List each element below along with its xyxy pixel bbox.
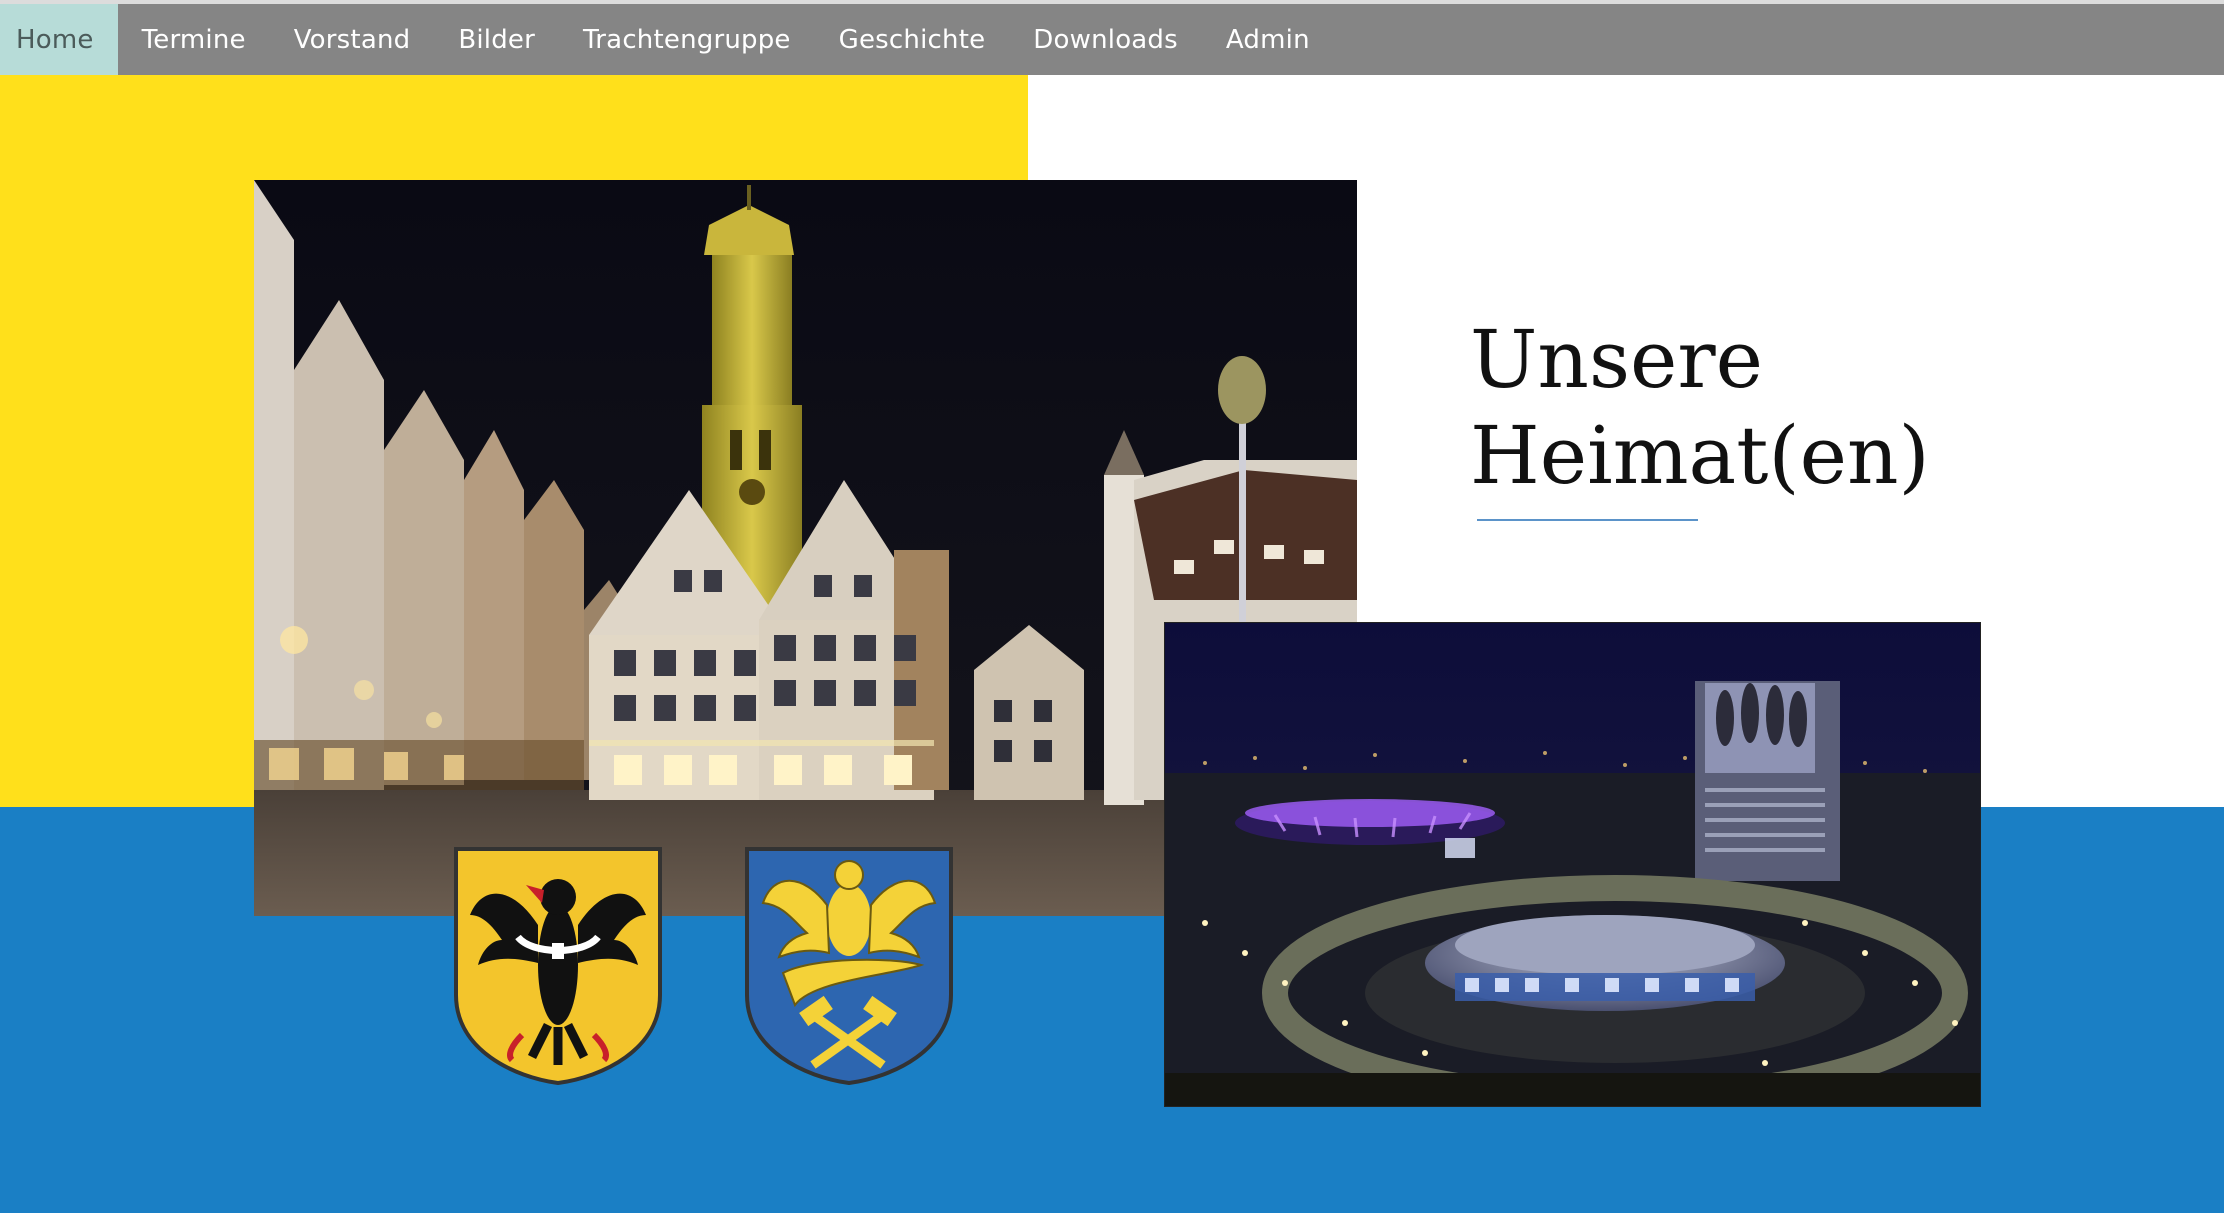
nav-item-termine[interactable]: Termine <box>118 4 270 75</box>
black-eagle-coat-of-arms-icon <box>452 845 664 1086</box>
modern-city-roundabout-photo <box>1164 622 1981 1107</box>
city-photo-illustration <box>1165 623 1980 1106</box>
nav-item-geschichte[interactable]: Geschichte <box>815 4 1010 75</box>
heading-line-2: Heimat(en) <box>1470 409 1930 502</box>
nav-item-admin[interactable]: Admin <box>1202 4 1334 75</box>
golden-eagle-hammer-coat-of-arms-icon <box>743 845 955 1086</box>
bottom-border <box>0 1213 2224 1219</box>
nav-item-downloads[interactable]: Downloads <box>1009 4 1202 75</box>
nav-item-bilder[interactable]: Bilder <box>434 4 559 75</box>
heading-line-1: Unsere <box>1470 313 1763 406</box>
nav-item-trachtengruppe[interactable]: Trachtengruppe <box>559 4 815 75</box>
nav-item-home[interactable]: Home <box>0 4 118 75</box>
page-heading: Unsere Heimat(en) <box>1470 312 1990 504</box>
heading-underline <box>1477 519 1698 521</box>
main-navigation: Home Termine Vorstand Bilder Trachtengru… <box>0 4 2224 75</box>
nav-item-vorstand[interactable]: Vorstand <box>270 4 435 75</box>
